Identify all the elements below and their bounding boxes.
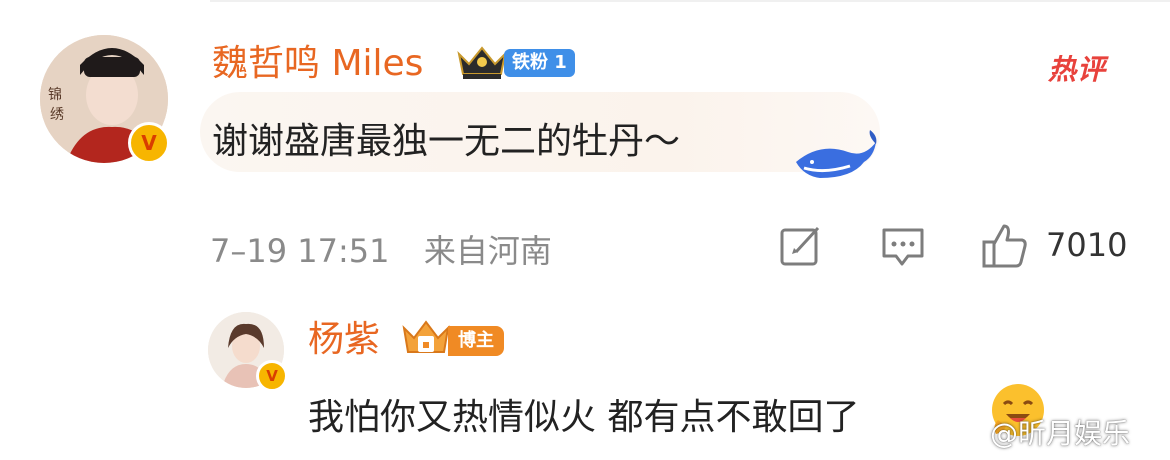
svg-text:锦: 锦 — [48, 86, 62, 103]
top-divider — [210, 0, 1170, 2]
whale-icon — [796, 130, 877, 178]
watermark: @昕月娱乐 — [990, 417, 1131, 450]
comment-time: 7–19 17:51 — [210, 232, 390, 270]
svg-text:绣: 绣 — [50, 107, 64, 123]
comment-icon[interactable] — [880, 224, 926, 270]
comment-location: 来自河南 — [423, 232, 552, 270]
share-icon[interactable] — [778, 224, 822, 268]
verified-badge: V — [128, 122, 170, 164]
comment-meta: 7–19 17:51 来自河南 — [210, 226, 552, 272]
hot-comment-label: 热评 — [1048, 53, 1107, 86]
comment-author-name[interactable]: 魏哲鸣 Miles — [212, 44, 423, 84]
blogger-badge: 博主 — [448, 326, 504, 356]
crown-icon — [457, 46, 507, 79]
reply-verified-badge: V — [256, 360, 288, 392]
comment-text: 谢谢盛唐最独一无二的牡丹～ — [212, 121, 681, 162]
blogger-crown-icon — [402, 320, 450, 353]
like-count: 7010 — [1046, 226, 1128, 264]
reply-author-name[interactable]: 杨紫 — [308, 320, 380, 360]
fan-badge: 铁粉 1 — [504, 49, 575, 77]
like-icon[interactable] — [980, 220, 1030, 270]
reply-text: 我怕你又热情似火 都有点不敢回了 — [308, 397, 860, 438]
